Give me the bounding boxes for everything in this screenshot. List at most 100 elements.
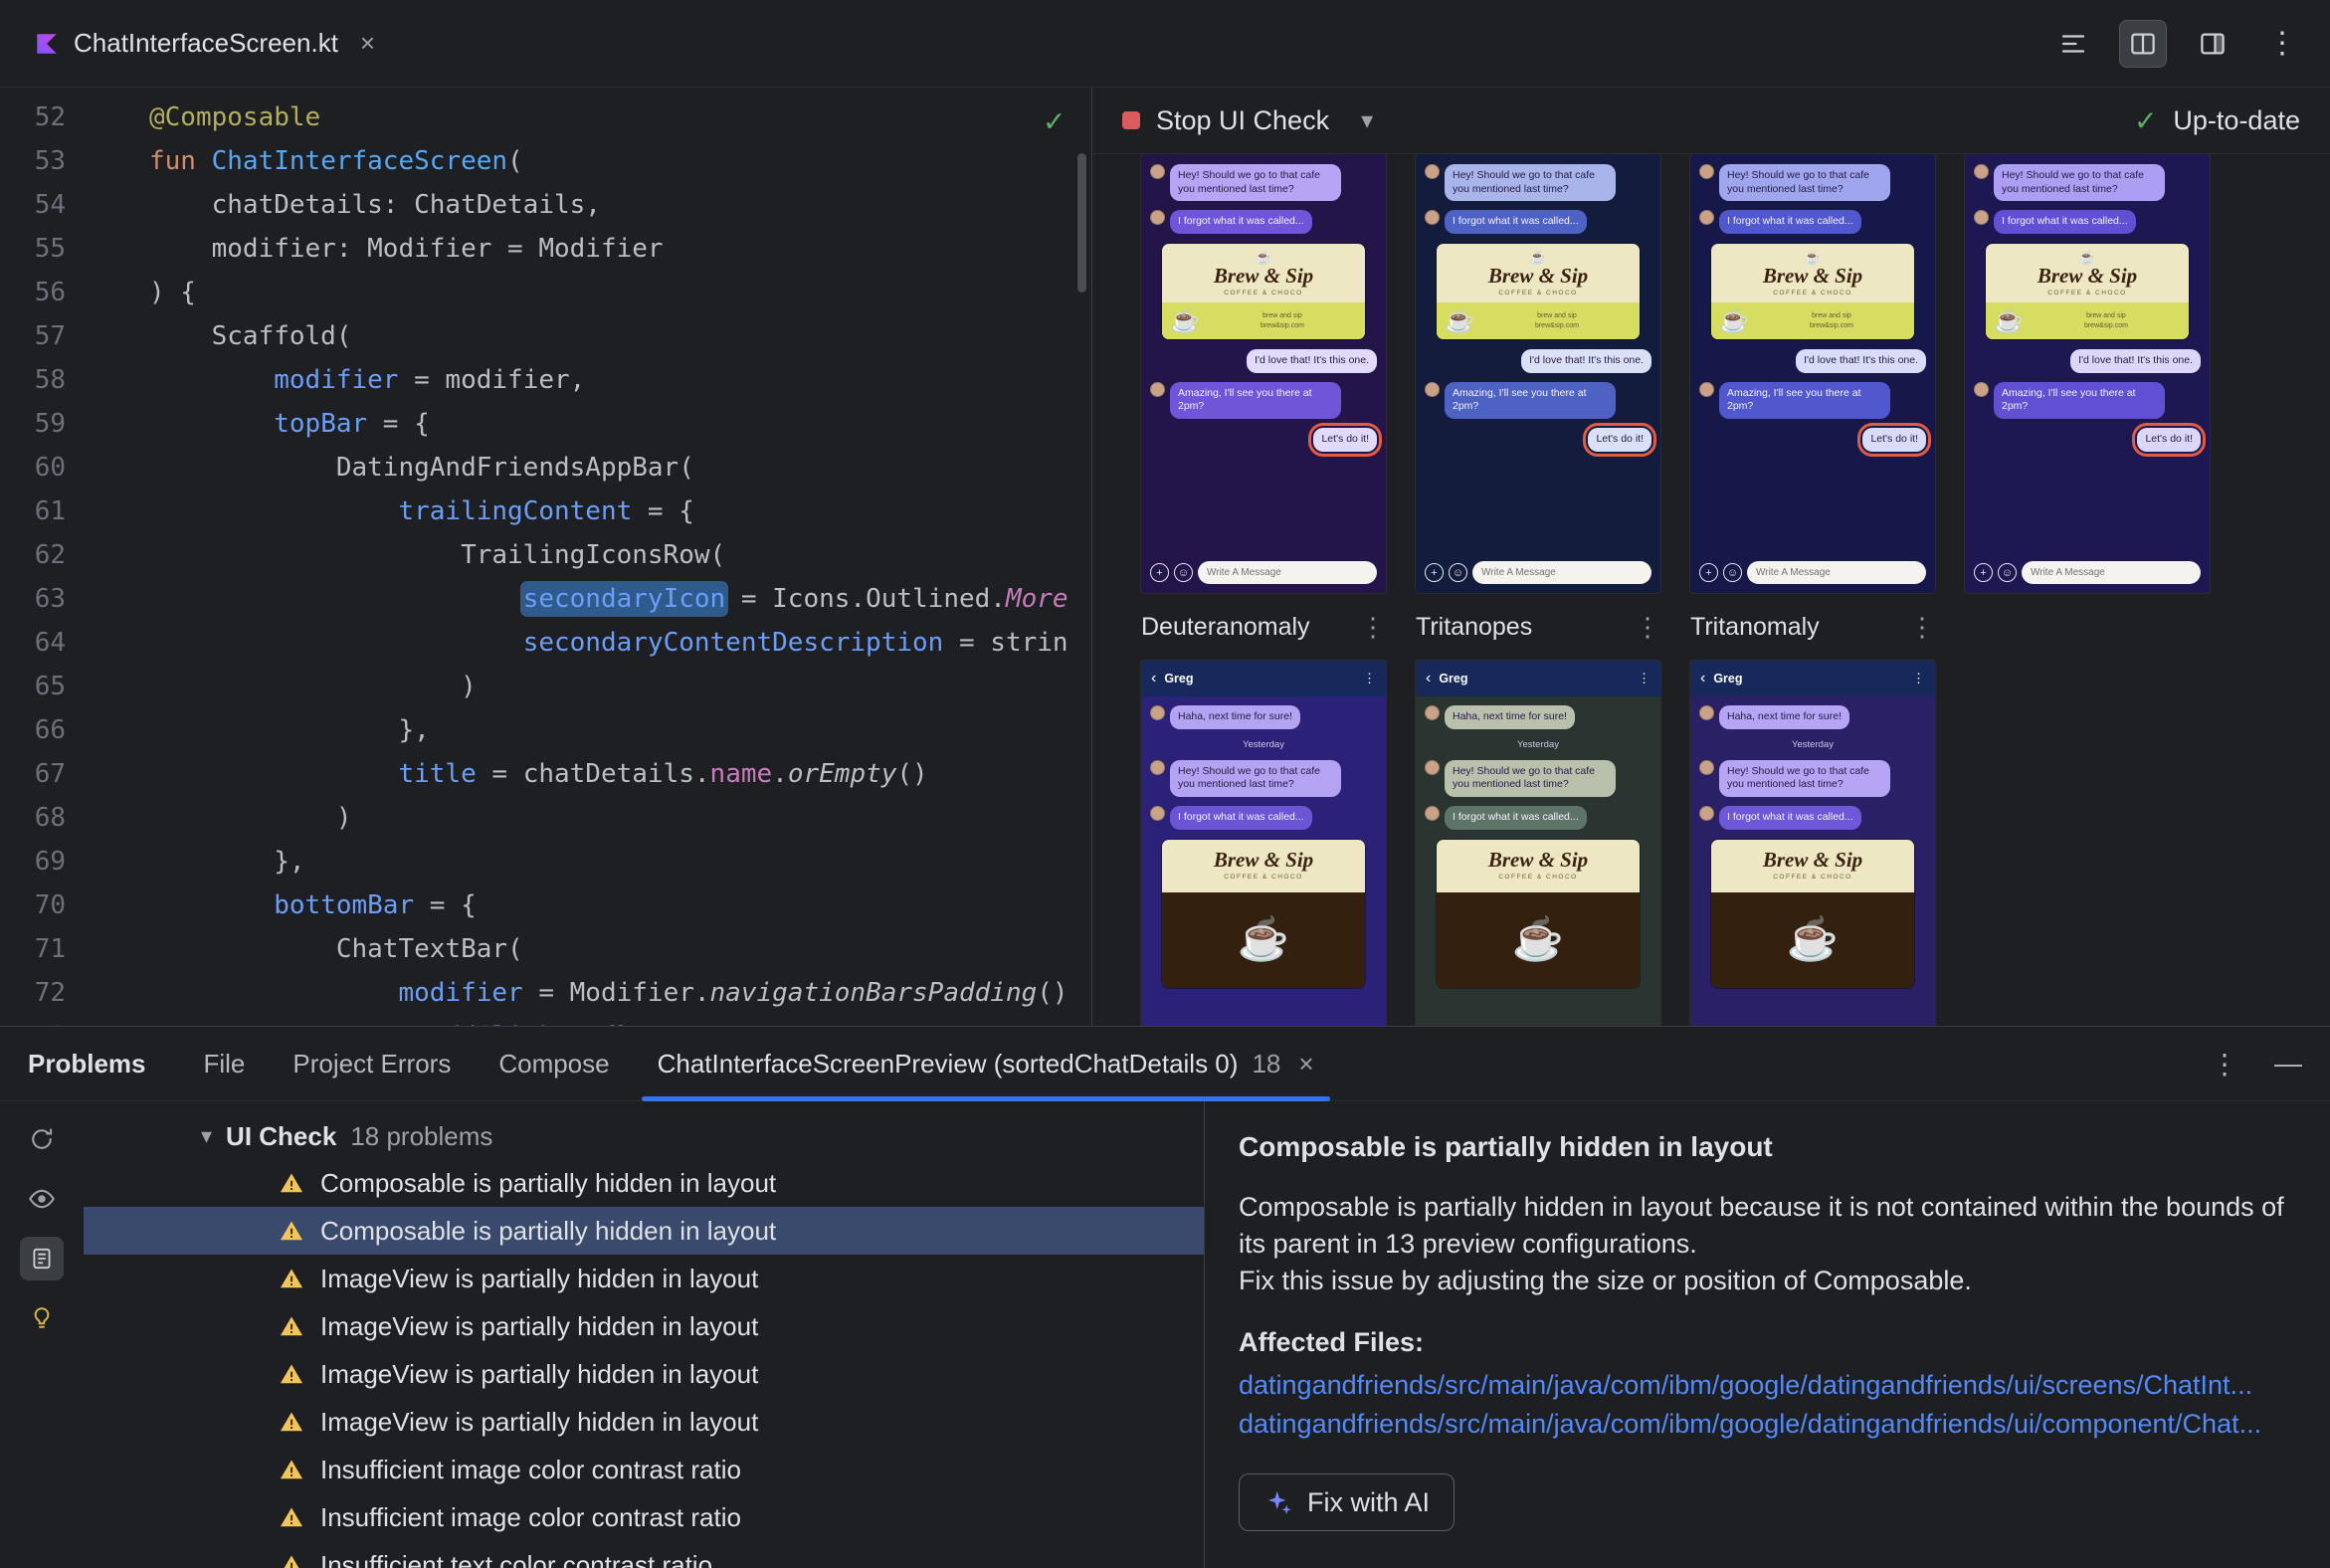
split-editor-icon[interactable] (2119, 19, 2167, 68)
code-line[interactable]: modifier = modifier, (149, 358, 1091, 402)
add-icon[interactable]: + (1974, 563, 1993, 582)
code-line[interactable]: }, (149, 708, 1091, 752)
emoji-icon[interactable]: ☺ (1998, 563, 2017, 582)
warning-icon (279, 1266, 304, 1291)
code-line[interactable]: ChatTextBar( (149, 927, 1091, 971)
affected-file-link[interactable]: datingandfriends/src/main/java/com/ibm/g… (1239, 1366, 2296, 1405)
tab-file[interactable]: File (180, 1027, 270, 1100)
problem-item[interactable]: Composable is partially hidden in layout (84, 1159, 1204, 1207)
code-line[interactable]: secondaryIcon = Icons.Outlined.More (149, 577, 1091, 621)
preview-eye-icon[interactable] (20, 1177, 64, 1221)
stop-ui-check-button[interactable]: Stop UI Check (1156, 105, 1329, 136)
affected-file-link[interactable]: datingandfriends/src/main/java/com/ibm/g… (1239, 1405, 2296, 1444)
lightbulb-icon[interactable] (20, 1296, 64, 1340)
back-icon[interactable]: ‹ (1151, 670, 1156, 687)
code-line[interactable]: bottomBar = { (149, 883, 1091, 927)
fix-with-ai-button[interactable]: Fix with AI (1239, 1473, 1456, 1531)
code-line[interactable]: ) (149, 796, 1091, 840)
titlebar-more-icon[interactable]: ⋮ (2258, 20, 2306, 68)
report-icon[interactable] (20, 1237, 64, 1280)
editor-code[interactable]: @Composable fun ChatInterfaceScreen( chat… (92, 88, 1091, 1026)
chevron-down-icon[interactable]: ▾ (1361, 106, 1373, 135)
more-icon[interactable]: ⋮ (1912, 671, 1925, 686)
code-editor[interactable]: 52 53 54 55 56 57 58 59 60 61 62 63 64 65 66 67 68 69 70 71… (0, 88, 1092, 1026)
code-line[interactable]: ) (149, 665, 1091, 708)
message-input[interactable]: Write A Message (1472, 561, 1651, 584)
editor-scrollbar[interactable] (1077, 153, 1086, 293)
chevron-down-icon[interactable]: ▾ (201, 1123, 212, 1149)
message-input-bar[interactable]: + ☺ Write A Message (1425, 561, 1651, 584)
code-line[interactable]: secondaryContentDescription = strin (149, 621, 1091, 665)
chat-message: Let's do it! (2132, 423, 2206, 457)
code-line[interactable]: }, (149, 840, 1091, 883)
problems-group[interactable]: ▾ UI Check 18 problems (84, 1113, 1204, 1159)
problem-item[interactable]: Insufficient image color contrast ratio (84, 1493, 1204, 1541)
preview-phone[interactable]: Hey! Should we go to that cafe you menti… (1141, 154, 1386, 593)
emoji-icon[interactable]: ☺ (1174, 563, 1193, 582)
code-line[interactable]: TrailingIconsRow( (149, 533, 1091, 577)
preview-menu-icon[interactable]: ⋮ (1360, 612, 1386, 643)
problems-body: ▾ UI Check 18 problems Composable is par… (0, 1101, 2330, 1568)
tab-chatinterfacescreenpreview-sortedchatdetails-0[interactable]: ChatInterfaceScreenPreview (sortedChatDe… (634, 1027, 1338, 1101)
add-icon[interactable]: + (1150, 563, 1169, 582)
message-input-bar[interactable]: + ☺ Write A Message (1699, 561, 1926, 584)
message-input[interactable]: Write A Message (1198, 561, 1377, 584)
code-line[interactable]: trailingContent = { (149, 490, 1091, 533)
code-line[interactable]: @Composable (149, 96, 1091, 139)
chat-message: Hey! Should we go to that cafe you menti… (1425, 164, 1616, 202)
brew-sip-card: ☕ Brew & Sip COFFEE & CHOCO ☕ brew and sip br… (1711, 243, 1914, 340)
problem-item[interactable]: ImageView is partially hidden in layout (84, 1398, 1204, 1446)
code-line[interactable]: title = chatDetails.name.orEmpty() (149, 752, 1091, 796)
back-icon[interactable]: ‹ (1700, 670, 1705, 687)
kotlin-file-icon (34, 31, 60, 57)
preview-phone[interactable]: ‹ Greg ⋮ Haha, next time for sure! Yesterday… (1690, 661, 1935, 1026)
problem-item[interactable]: Insufficient text color contrast ratio (84, 1541, 1204, 1568)
toolwindow-title[interactable]: Problems (28, 1049, 146, 1079)
tab-compose[interactable]: Compose (475, 1027, 633, 1100)
emoji-icon[interactable]: ☺ (1449, 563, 1467, 582)
preview-menu-icon[interactable]: ⋮ (1635, 612, 1660, 643)
tab-close-icon[interactable]: × (1298, 1049, 1313, 1079)
emoji-icon[interactable]: ☺ (1723, 563, 1742, 582)
stop-icon[interactable] (1122, 111, 1140, 129)
panel-more-icon[interactable]: ⋮ (2211, 1048, 2238, 1080)
preview-phone[interactable]: ‹ Greg ⋮ Haha, next time for sure! Yesterday… (1416, 661, 1660, 1026)
code-line[interactable]: DatingAndFriendsAppBar( (149, 446, 1091, 490)
problem-item[interactable]: Composable is partially hidden in layout (84, 1207, 1204, 1255)
preview-phone[interactable]: ‹ Greg ⋮ Haha, next time for sure! Yesterday… (1141, 661, 1386, 1026)
code-line[interactable]: topBar = { (149, 402, 1091, 446)
code-line[interactable]: chatDetails: ChatDetails, (149, 183, 1091, 227)
tab-project-errors[interactable]: Project Errors (269, 1027, 475, 1100)
code-line[interactable]: ) { (149, 271, 1091, 314)
preview-phone[interactable]: Hey! Should we go to that cafe you menti… (1416, 154, 1660, 593)
tab-close-icon[interactable]: × (360, 28, 375, 59)
add-icon[interactable]: + (1425, 563, 1444, 582)
code-line[interactable]: modifier = Modifier.navigationBarsPaddin… (149, 971, 1091, 1015)
problem-item[interactable]: ImageView is partially hidden in layout (84, 1255, 1204, 1302)
more-icon[interactable]: ⋮ (1363, 671, 1376, 686)
preview-menu-icon[interactable]: ⋮ (1909, 612, 1935, 643)
preview-phone[interactable]: Hey! Should we go to that cafe you menti… (1690, 154, 1935, 593)
problem-item[interactable]: ImageView is partially hidden in layout (84, 1302, 1204, 1350)
preview-phone[interactable]: Hey! Should we go to that cafe you menti… (1965, 154, 2210, 593)
code-line[interactable]: fun ChatInterfaceScreen( (149, 139, 1091, 183)
panel-minimize-icon[interactable]: — (2274, 1048, 2302, 1079)
editor-tab[interactable]: ChatInterfaceScreen.kt × (24, 0, 385, 87)
editor-layout-icon[interactable] (2189, 20, 2236, 68)
message-input-bar[interactable]: + ☺ Write A Message (1974, 561, 2201, 584)
inspection-ok-icon[interactable]: ✓ (1045, 101, 1064, 139)
problem-item[interactable]: Insufficient image color contrast ratio (84, 1446, 1204, 1493)
code-line[interactable]: modifier: Modifier = Modifier (149, 227, 1091, 271)
add-icon[interactable]: + (1699, 563, 1718, 582)
message-input-bar[interactable]: + ☺ Write A Message (1150, 561, 1377, 584)
more-icon[interactable]: ⋮ (1638, 671, 1650, 686)
back-icon[interactable]: ‹ (1426, 670, 1431, 687)
message-input[interactable]: Write A Message (1747, 561, 1926, 584)
code-line[interactable]: Scaffold( (149, 314, 1091, 358)
refresh-icon[interactable] (20, 1117, 64, 1161)
code-line[interactable]: onAddClick = {} (149, 1015, 1091, 1026)
message-input[interactable]: Write A Message (2022, 561, 2201, 584)
structure-icon[interactable] (2049, 20, 2097, 68)
line-number: 56 (34, 278, 66, 307)
problem-item[interactable]: ImageView is partially hidden in layout (84, 1350, 1204, 1398)
